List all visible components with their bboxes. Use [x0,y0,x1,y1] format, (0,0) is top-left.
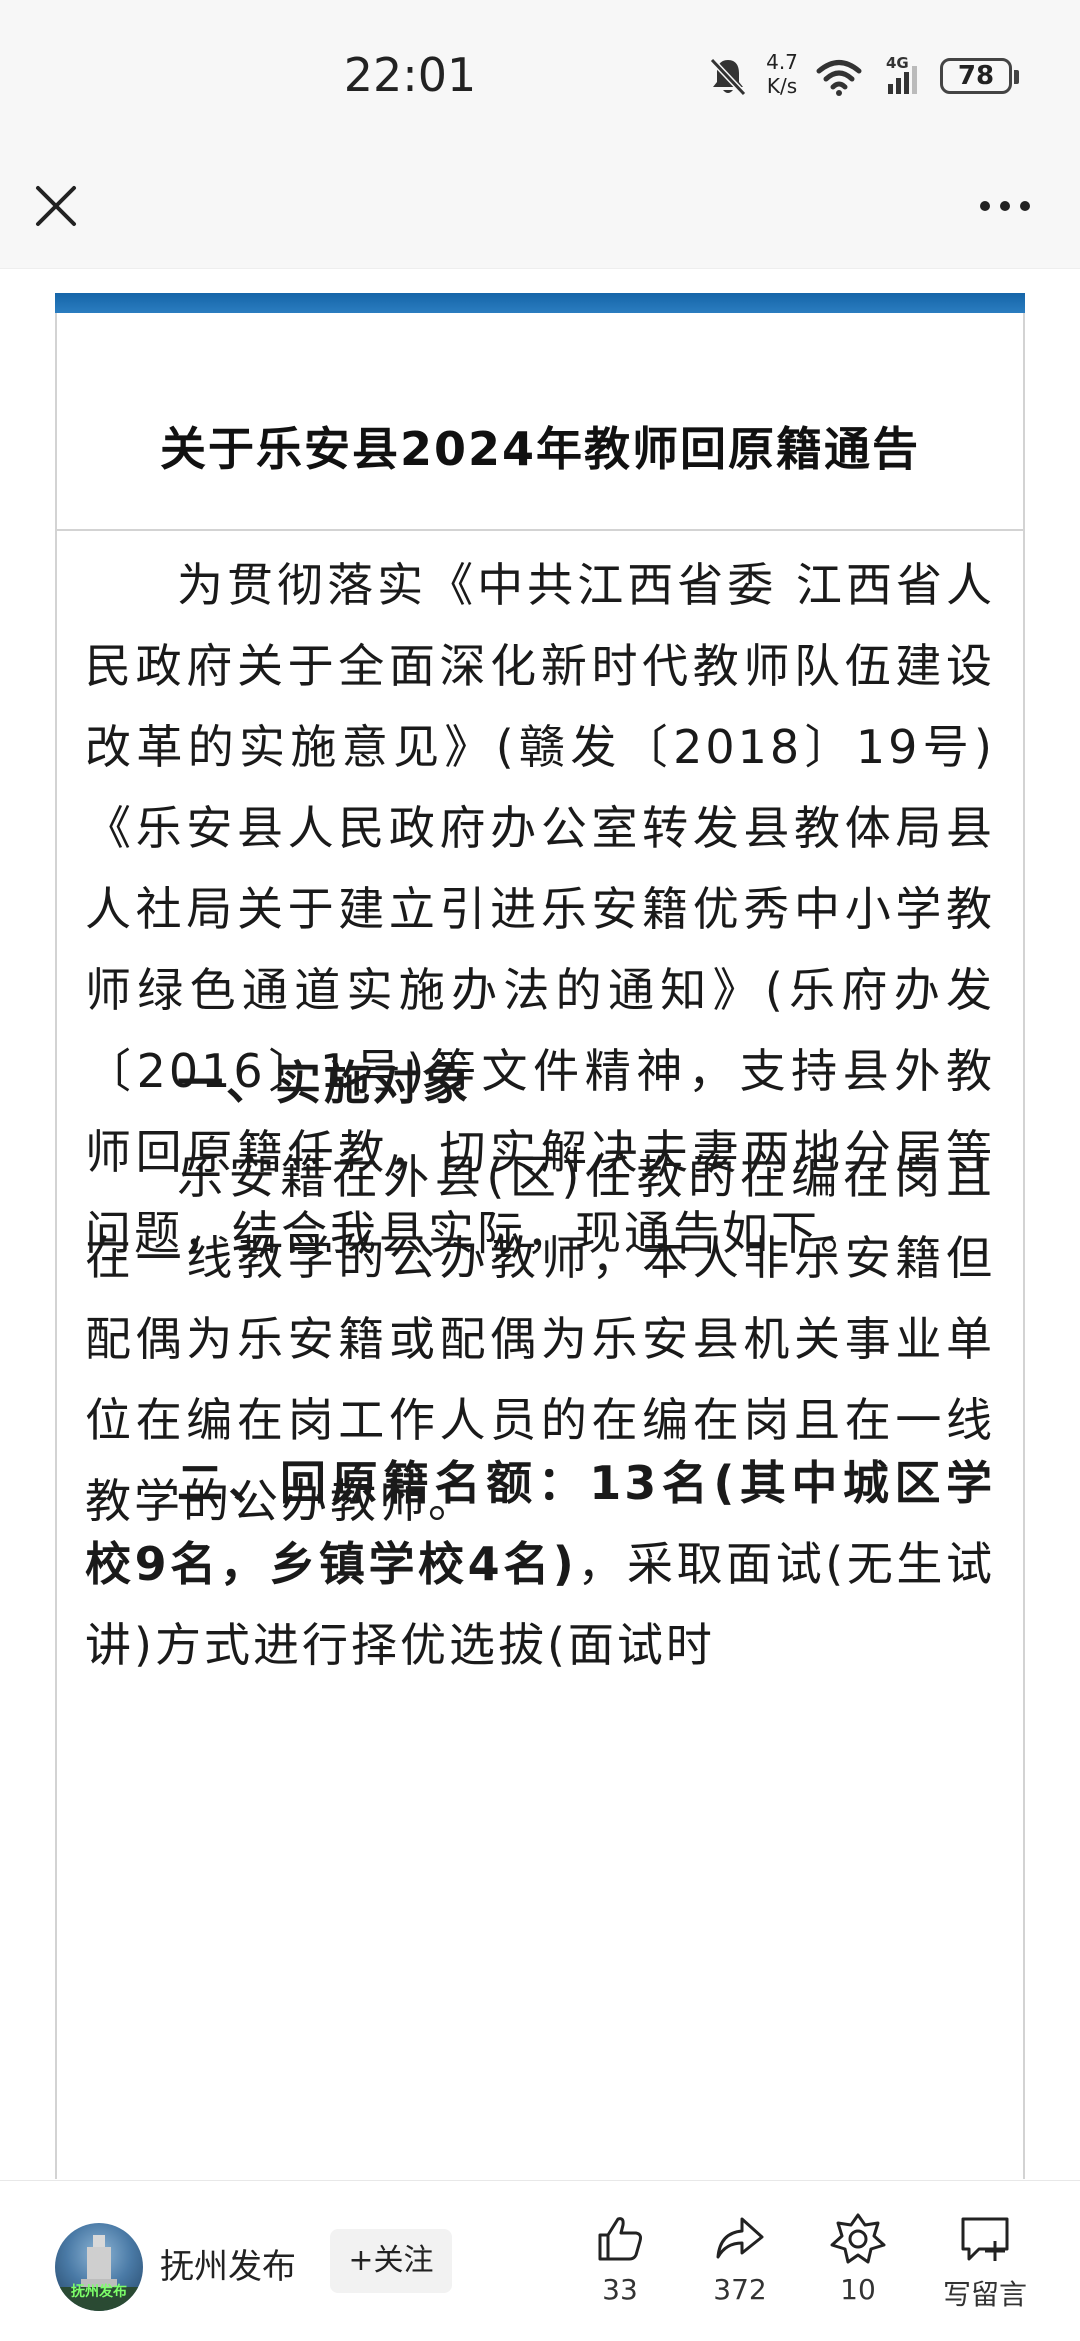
article-box: 关于乐安县2024年教师回原籍通告 为贯彻落实《中共江西省委 江西省人民政府关于… [55,313,1025,2179]
article-paragraph-3: 二、回原籍名额：13名(其中城区学校9名，乡镇学校4名)，采取面试(无生试讲)方… [85,1443,995,1686]
net-speed-unit: K/s [766,74,798,98]
article-header-band [55,293,1025,313]
wifi-icon [816,60,862,96]
avatar-text: 抚州发布 [71,2284,127,2300]
bell-muted-icon [709,57,747,97]
thumbs-up-icon [598,2217,642,2261]
favorite-button[interactable]: 10 [808,2211,908,2306]
battery-tip [1014,70,1019,84]
comment-label: 写留言 [942,2278,1027,2311]
signal-icon: 4G [886,54,917,94]
section-heading-1: 一、实施对象 [177,1056,471,1110]
like-count: 33 [602,2273,638,2306]
share-count: 372 [713,2273,767,2306]
status-time: 22:01 [343,48,477,102]
title-divider [57,529,1023,531]
favorite-count: 10 [840,2273,876,2306]
article-title: 关于乐安县2024年教师回原籍通告 [159,422,921,476]
top-bar [0,150,1080,269]
follow-button[interactable]: +关注 [330,2229,452,2293]
share-icon [716,2217,764,2259]
net-speed: 4.7 K/s [760,50,804,98]
bottom-bar: 抚州发布 抚州发布 +关注 33 372 10 写留言 [0,2180,1080,2341]
more-icon[interactable] [970,174,1040,238]
share-button[interactable]: 372 [690,2211,790,2306]
comment-add-icon [961,2217,1009,2261]
avatar[interactable]: 抚州发布 [55,2223,143,2311]
status-bar: 22:01 4.7 K/s 4G 78 [0,0,1080,150]
close-icon[interactable] [24,174,88,238]
network-label: 4G [886,54,909,72]
battery-icon: 78 [940,58,1012,94]
like-button[interactable]: 33 [570,2211,670,2306]
article-content[interactable]: 关于乐安县2024年教师回原籍通告 为贯彻落实《中共江西省委 江西省人民政府关于… [0,269,1080,2179]
comment-button[interactable]: 写留言 [925,2211,1045,2313]
flower-star-icon [830,2213,886,2264]
net-speed-value: 4.7 [766,50,798,74]
account-name[interactable]: 抚州发布 [160,2239,296,2288]
